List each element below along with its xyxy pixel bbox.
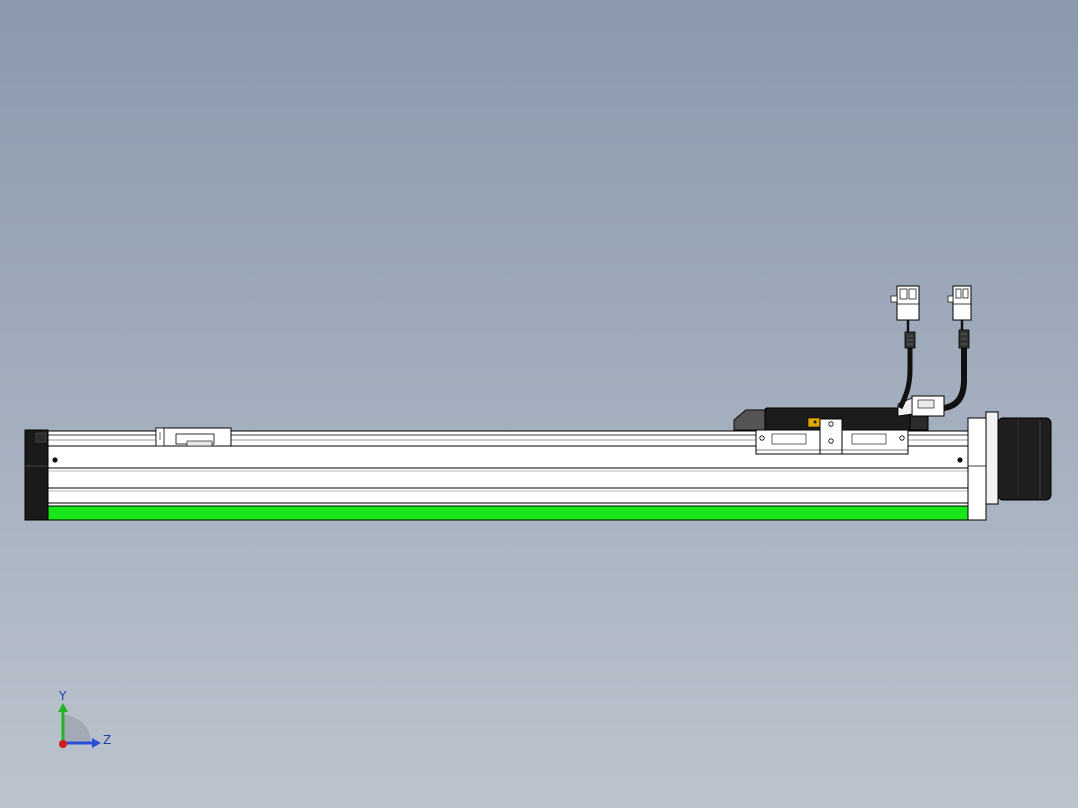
linear-actuator-model[interactable]: Y Z	[0, 0, 1078, 808]
rail-bolt-left	[52, 457, 58, 463]
left-end-cap	[24, 429, 49, 521]
y-axis-arrow-head	[58, 703, 68, 712]
cable-2[interactable]	[943, 320, 970, 411]
z-axis-label: Z	[103, 733, 111, 747]
cable-1-connector[interactable]	[890, 285, 920, 321]
sensor-bracket[interactable]	[155, 427, 232, 447]
motor[interactable]	[997, 417, 1052, 501]
triad-quadrant	[63, 715, 91, 743]
z-axis-arrow-head	[92, 738, 101, 748]
motor-flange	[967, 411, 999, 521]
cable-1[interactable]	[897, 320, 916, 410]
view-orientation-triad[interactable]: Y Z	[58, 689, 111, 748]
cad-viewport[interactable]: Y Z	[0, 0, 1078, 808]
triad-origin	[59, 740, 67, 748]
cable-2-connector[interactable]	[947, 285, 972, 321]
rail-accent-stripe	[47, 505, 969, 521]
rail-bolt-right	[957, 457, 963, 463]
y-axis-label: Y	[58, 689, 67, 703]
